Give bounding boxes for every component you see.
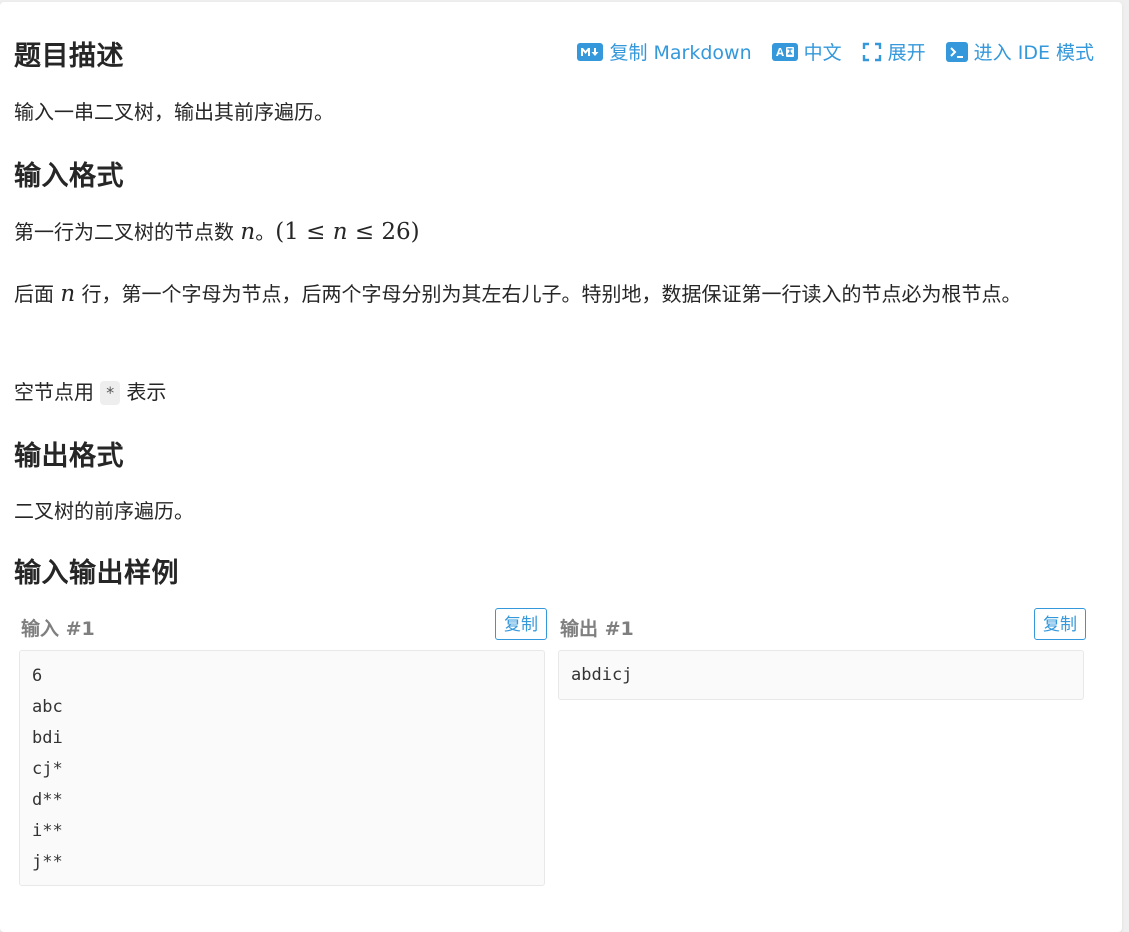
code-line: i** xyxy=(32,821,63,841)
code-line: d** xyxy=(32,790,63,810)
title-row: 题目描述 复制 Markdown 中文 展开 进入 IDE 模式 xyxy=(14,32,1094,72)
page-title: 题目描述 xyxy=(14,41,124,72)
var-n-2: n xyxy=(60,281,76,307)
output-format-heading: 输出格式 xyxy=(14,441,124,472)
copy-markdown-label: 复制 Markdown xyxy=(609,42,752,64)
input-line1-prefix: 第一行为二叉树的节点数 xyxy=(14,220,241,244)
expand-icon xyxy=(862,42,882,62)
input-format-line-2: 后面 n 行，第一个字母为节点，后两个字母分别为其左右儿子。特别地，数据保证第一… xyxy=(14,276,1094,312)
ide-mode-label: 进入 IDE 模式 xyxy=(973,42,1094,64)
copy-input-button[interactable]: 复制 xyxy=(495,608,547,640)
expand-button[interactable]: 展开 xyxy=(862,38,926,65)
language-button[interactable]: 中文 xyxy=(771,38,842,65)
code-line: j** xyxy=(32,852,63,872)
code-line: 6 xyxy=(32,666,43,686)
code-line: cj* xyxy=(32,759,63,779)
constraint-var: n xyxy=(332,219,348,245)
input-format-line-1: 第一行为二叉树的节点数 n。(1 ≤ n ≤ 26) xyxy=(14,214,420,250)
code-line: bdi xyxy=(32,728,63,748)
ide-mode-button[interactable]: 进入 IDE 模式 xyxy=(945,38,1094,65)
input-line2-prefix: 后面 xyxy=(14,282,61,306)
terminal-icon xyxy=(945,41,968,62)
language-label: 中文 xyxy=(803,42,842,64)
translate-icon xyxy=(771,42,798,61)
constraint-close: ≤ 26) xyxy=(347,219,420,245)
sample-output-code[interactable]: abdicj xyxy=(558,650,1084,700)
samples-heading: 输入输出样例 xyxy=(14,558,179,589)
input-line3-suffix: 表示 xyxy=(120,380,167,404)
sample-output-label: 输出 #1 xyxy=(560,618,634,640)
markdown-icon xyxy=(577,42,604,61)
constraint-open: (1 ≤ xyxy=(275,219,333,245)
problem-card: 题目描述 复制 Markdown 中文 展开 进入 IDE 模式 输入一串二叉树… xyxy=(0,2,1122,932)
code-line: abc xyxy=(32,697,63,717)
expand-label: 展开 xyxy=(887,42,926,64)
input-line3-prefix: 空节点用 xyxy=(14,380,101,404)
input-line2-rest: 行，第一个字母为节点，后两个字母分别为其左右儿子。特别地，数据保证第一行读入的节… xyxy=(75,282,1022,306)
copy-output-button[interactable]: 复制 xyxy=(1034,608,1086,640)
input-line1-sep: 。 xyxy=(255,220,276,244)
empty-node-code: * xyxy=(100,381,120,405)
sample-input-label: 输入 #1 xyxy=(21,618,95,640)
sample-input-code[interactable]: 6 abc bdi cj* d** i** j** xyxy=(19,650,545,886)
input-format-line-3: 空节点用 * 表示 xyxy=(14,374,166,410)
output-format-text: 二叉树的前序遍历。 xyxy=(14,499,194,523)
var-n: n xyxy=(240,219,256,245)
copy-markdown-button[interactable]: 复制 Markdown xyxy=(577,38,752,65)
toolbar: 复制 Markdown 中文 展开 进入 IDE 模式 xyxy=(577,38,1094,65)
input-format-heading: 输入格式 xyxy=(14,161,124,192)
code-line: abdicj xyxy=(571,665,633,685)
description-text: 输入一串二叉树，输出其前序遍历。 xyxy=(14,100,334,124)
